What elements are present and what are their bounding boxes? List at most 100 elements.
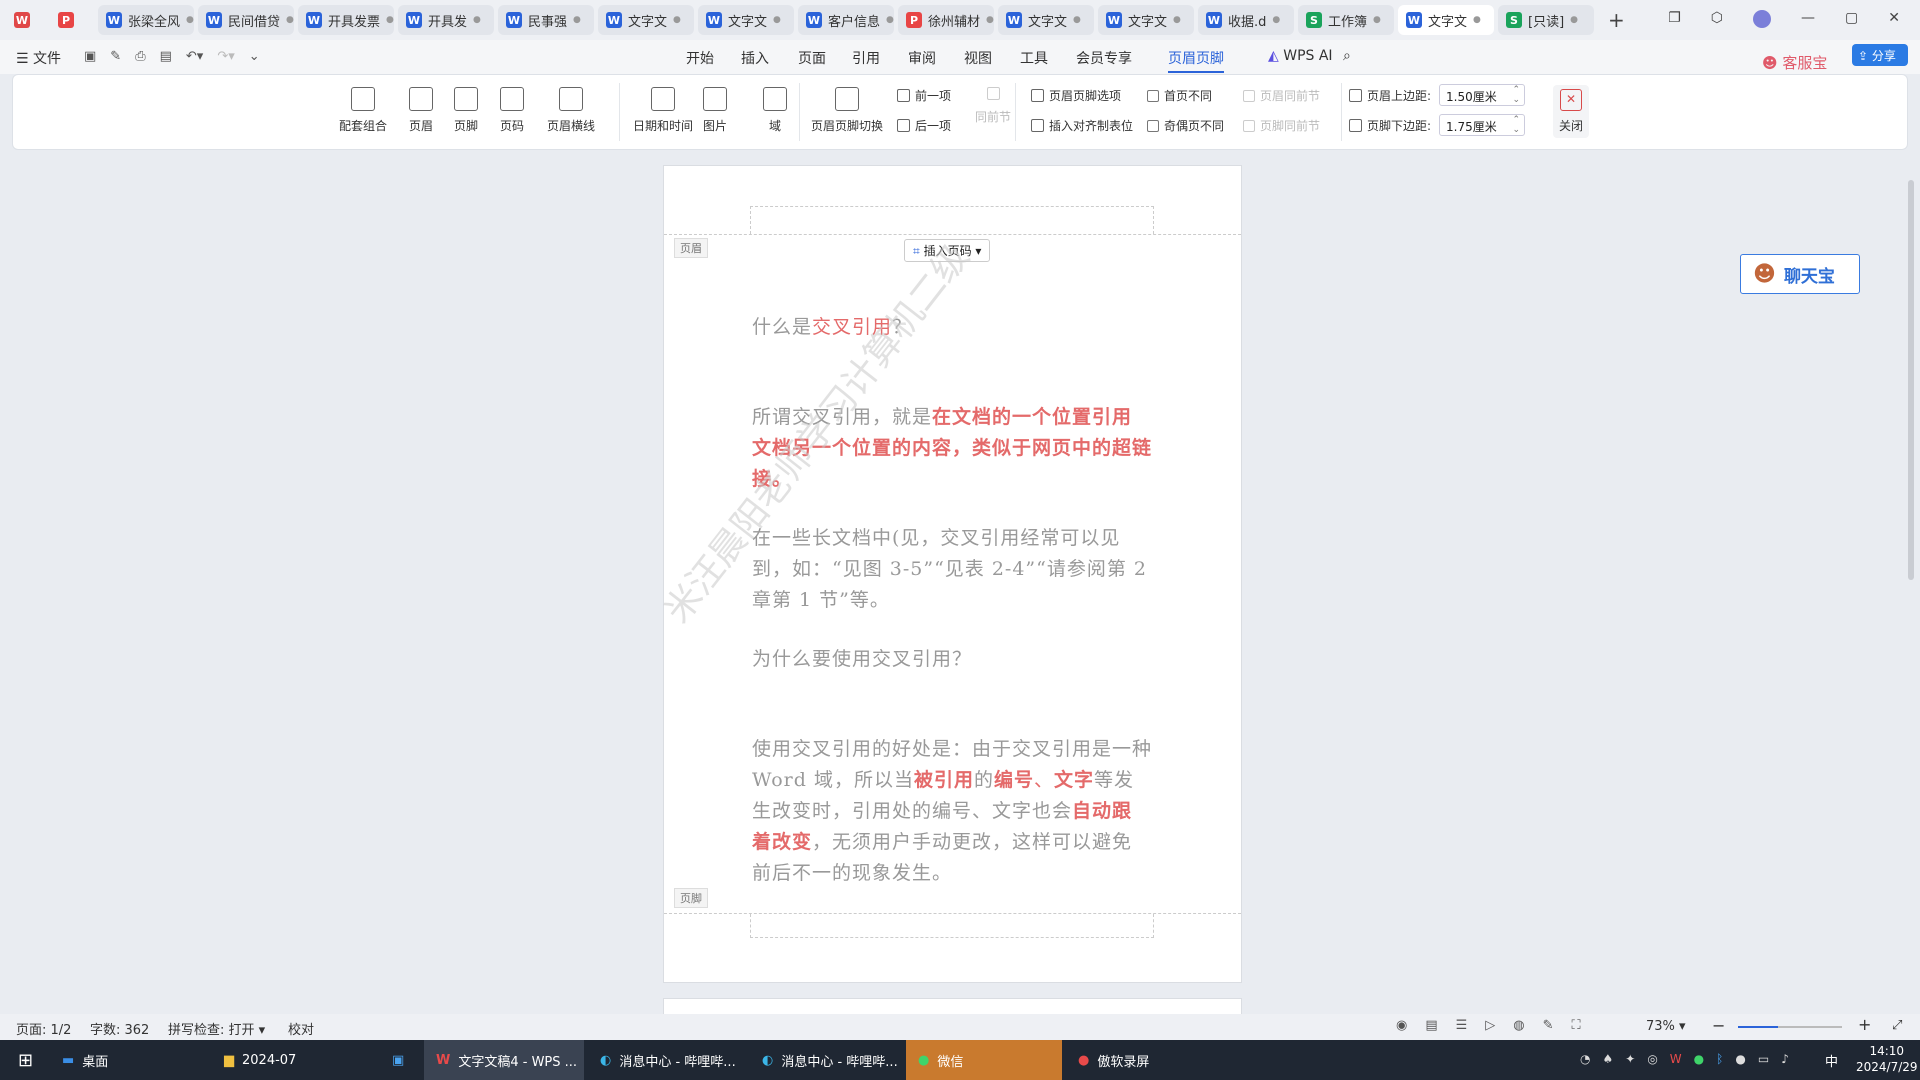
volume-icon[interactable]: ♪ [1781,1052,1789,1066]
menu-tab[interactable]: 会员专享 [1076,48,1132,68]
tray-icon[interactable]: ♠ [1602,1052,1613,1066]
spinner-icon[interactable]: ⌃ ⌄ [1512,115,1520,135]
new-tab-button[interactable]: + [1608,8,1625,32]
header-line-button[interactable]: 页眉横线 [547,87,595,134]
tray-icon[interactable]: ◔ [1580,1052,1590,1066]
menu-tab[interactable]: 开始 [686,48,714,68]
kefu-button[interactable]: ☻ 客服宝 [1762,52,1827,73]
doc-tab[interactable]: W 民事强 ● [498,5,594,35]
doc-tab[interactable]: W 文字文 ● [998,5,1094,35]
doc-tab[interactable]: W 文字文 ● [1098,5,1194,35]
close-hf-button[interactable]: ✕ 关闭 [1553,85,1590,138]
tray-wps-icon[interactable]: W [1670,1052,1682,1066]
doc-tab[interactable]: W 文字文 ● [1398,5,1494,35]
doc-tab[interactable]: W 开具发票 ● [298,5,394,35]
tray-wechat-icon[interactable]: ● [1694,1052,1704,1066]
switch-button[interactable]: 页眉页脚切换 [811,87,883,134]
vertical-scrollbar[interactable] [1908,180,1914,580]
zoom-in-icon[interactable]: + [1858,1015,1871,1034]
word-count[interactable]: 字数: 362 [90,1019,149,1038]
print-icon[interactable]: ⎙ [135,49,145,64]
doc-tab[interactable]: W 开具发 ● [398,5,494,35]
doc-tab[interactable]: P 徐州辅材 ● [898,5,994,35]
clock[interactable]: 14:10 2024/7/29 [1856,1043,1918,1075]
taskbar-edge-2[interactable]: ◐ 消息中心 - 哔哩哔... [750,1040,910,1080]
pdf-app-icon[interactable]: P [58,12,74,28]
top-margin-input[interactable]: 1.50厘米 ⌃ ⌄ [1439,84,1525,106]
doc-tab[interactable]: W 张梁全风 ● [98,5,194,35]
hf-options-button[interactable]: 页眉页脚选项 [1031,87,1121,104]
undo-icon[interactable]: ↶▾ [186,49,203,64]
zoom-out-icon[interactable]: − [1712,1016,1725,1035]
tab-close-icon[interactable]: ● [1373,15,1381,25]
tab-close-icon[interactable]: ● [1073,15,1081,25]
page-count[interactable]: 页面: 1/2 [16,1019,71,1038]
taskbar-store[interactable]: ▣ [380,1040,420,1080]
odd-even-diff-checkbox[interactable]: 奇偶页不同 [1147,117,1224,134]
share-button[interactable]: ⇪ 分享 [1852,44,1908,66]
tab-close-icon[interactable]: ● [473,15,481,25]
tab-close-icon[interactable]: ● [773,15,781,25]
tab-close-icon[interactable]: ● [886,15,894,25]
bottom-margin-input[interactable]: 1.75厘米 ⌃ ⌄ [1439,114,1525,136]
tab-close-icon[interactable]: ● [286,15,294,25]
menu-tab[interactable]: 页眉页脚 [1168,48,1224,73]
chat-widget[interactable]: ☻ 聊天宝 [1740,254,1860,294]
mic-icon[interactable]: ● [1735,1052,1745,1066]
play-icon[interactable]: ▷ [1485,1018,1495,1033]
tray-icon[interactable]: ◎ [1647,1052,1657,1066]
fit-icon[interactable]: ⛶ [1572,1018,1581,1033]
close-window-button[interactable]: ✕ [1888,10,1900,28]
picture-button[interactable]: 图片 [703,87,727,134]
menu-tab[interactable]: 插入 [741,48,769,68]
doc-tab[interactable]: S [只读] ● [1498,5,1594,35]
format-painter-icon[interactable]: ✎ [110,49,121,64]
prev-button[interactable]: 前一项 [897,87,951,104]
taskbar-recorder[interactable]: ● 傲软录屏 [1066,1040,1226,1080]
tab-close-icon[interactable]: ● [386,15,394,25]
minimize-button[interactable]: — [1801,10,1815,28]
proofread[interactable]: 校对 [288,1019,314,1038]
web-view-icon[interactable]: ◍ [1513,1018,1524,1033]
pen-icon[interactable]: ✎ [1543,1018,1554,1033]
print-preview-icon[interactable]: ▤ [160,49,172,64]
taskbar-desktop[interactable]: ▬ 桌面 [50,1040,210,1080]
menu-tab[interactable]: 视图 [964,48,992,68]
align-tab-button[interactable]: 插入对齐制表位 [1031,117,1133,134]
tab-close-icon[interactable]: ● [986,15,994,25]
spell-check[interactable]: 拼写检查: 打开 ▾ [168,1019,265,1038]
same-as-prev-button[interactable]: 同前节 [975,87,1011,125]
tab-close-icon[interactable]: ● [573,15,581,25]
doc-tab[interactable]: S 工作簿 ● [1298,5,1394,35]
avatar[interactable] [1753,10,1772,28]
taskbar-edge-1[interactable]: ◐ 消息中心 - 哔哩哔... [588,1040,748,1080]
header-same-prev-checkbox[interactable]: 页眉同前节 [1243,87,1320,104]
tab-close-icon[interactable]: ● [186,15,194,25]
window-restore-icon[interactable]: ❐ [1668,10,1681,28]
zoom-level[interactable]: 73% ▾ [1646,1019,1686,1034]
menu-tab[interactable]: 审阅 [908,48,936,68]
doc-tab[interactable]: W 客户信息 ● [798,5,894,35]
taskbar-folder[interactable]: ▆ 2024-07 [212,1040,372,1080]
bluetooth-icon[interactable]: ᛒ [1716,1052,1723,1066]
maximize-button[interactable]: ▢ [1845,10,1858,28]
tab-close-icon[interactable]: ● [1570,15,1578,25]
doc-tab[interactable]: W 文字文 ● [698,5,794,35]
file-menu[interactable]: ☰ 文件 [16,48,61,68]
next-button[interactable]: 后一项 [897,117,951,134]
header-button[interactable]: 页眉 [409,87,433,134]
wps-ai-button[interactable]: ◭ WPS AI [1268,48,1333,64]
taskbar-wechat[interactable]: ● 微信 [906,1040,1062,1080]
save-icon[interactable]: ▣ [84,49,96,64]
taskbar-wps[interactable]: W 文字文稿4 - WPS ... [424,1040,584,1080]
datetime-button[interactable]: 日期和时间 [633,87,693,134]
spinner-icon[interactable]: ⌃ ⌄ [1512,85,1520,105]
menu-tab[interactable]: 工具 [1020,48,1048,68]
zoom-slider[interactable] [1738,1026,1842,1028]
first-page-diff-checkbox[interactable]: 首页不同 [1147,87,1212,104]
tab-close-icon[interactable]: ● [1272,15,1280,25]
menu-tab[interactable]: 页面 [798,48,826,68]
fullscreen-icon[interactable]: ⤢ [1892,1018,1902,1033]
cube-icon[interactable]: ⬡ [1711,10,1723,28]
footer-same-prev-checkbox[interactable]: 页脚同前节 [1243,117,1320,134]
